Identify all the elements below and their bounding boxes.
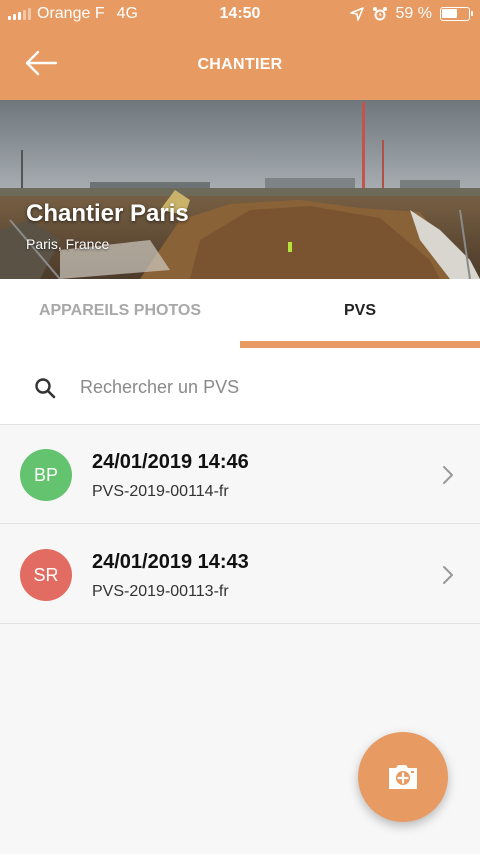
search-input[interactable] xyxy=(80,371,460,403)
battery-fill xyxy=(442,9,457,18)
item-date: 24/01/2019 14:46 xyxy=(92,451,249,473)
list-item[interactable]: SR 24/01/2019 14:43 PVS-2019-00113-fr xyxy=(0,525,480,624)
active-tab-indicator xyxy=(240,341,480,348)
site-location: Paris, France xyxy=(26,236,110,252)
site-hero-image: Chantier Paris Paris, France xyxy=(0,100,480,279)
list-item[interactable]: BP 24/01/2019 14:46 PVS-2019-00114-fr xyxy=(0,425,480,524)
construction-site-photo xyxy=(0,100,480,279)
add-photo-button[interactable] xyxy=(358,732,448,822)
chevron-right-icon xyxy=(443,566,453,584)
item-date: 24/01/2019 14:43 xyxy=(92,551,249,573)
avatar: SR xyxy=(20,549,72,601)
battery-icon xyxy=(440,7,473,21)
app-header: Orange F 4G 14:50 59 % CHANTIER xyxy=(0,0,480,100)
page-title: CHANTIER xyxy=(197,56,283,73)
chevron-right-icon xyxy=(443,466,453,484)
status-bar: Orange F 4G 14:50 59 % xyxy=(0,0,480,28)
tab-pvs[interactable]: PVS xyxy=(240,279,480,349)
location-icon xyxy=(349,7,364,21)
add-photo-icon xyxy=(389,765,417,789)
search-icon xyxy=(35,378,56,399)
status-right: 59 % xyxy=(349,5,473,23)
alarm-icon xyxy=(372,7,387,21)
item-reference: PVS-2019-00114-fr xyxy=(92,483,229,500)
site-title: Chantier Paris xyxy=(26,200,189,227)
tab-bar: APPAREILS PHOTOS PVS xyxy=(0,279,480,349)
avatar: BP xyxy=(20,449,72,501)
tab-appareils-photos[interactable]: APPAREILS PHOTOS xyxy=(0,279,240,349)
search-bar xyxy=(0,349,480,425)
item-reference: PVS-2019-00113-fr xyxy=(92,583,229,600)
battery-label: 59 % xyxy=(395,5,432,22)
